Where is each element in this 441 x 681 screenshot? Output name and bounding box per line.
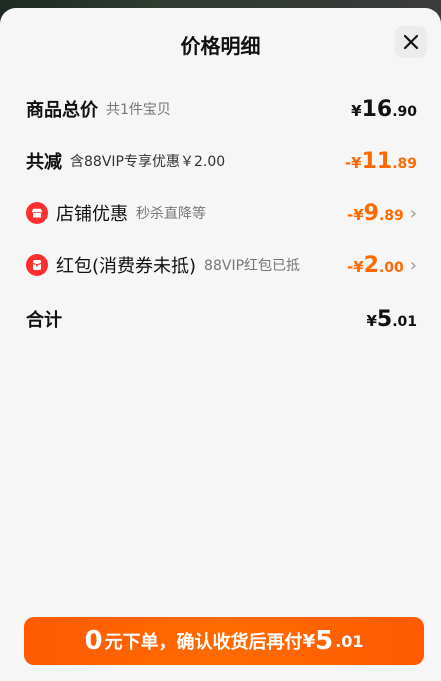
chevron-right-icon[interactable]: › xyxy=(410,203,417,224)
cta-currency: ¥ xyxy=(302,630,316,652)
cta-text: 元下单，确认收货后再付 xyxy=(104,632,303,653)
row-total-sub: 共1件宝贝 xyxy=(106,102,171,118)
red-packet-icon xyxy=(26,254,48,276)
cta-int: 5 xyxy=(315,626,334,656)
row-total-amount: ¥16.90 xyxy=(351,96,417,122)
row-sum: 合计 ¥5.01 xyxy=(26,304,417,334)
row-shop-discount[interactable]: 店铺优惠 秒杀直降等 -¥9.89 › xyxy=(26,198,417,228)
row-discount: 共减 含88VIP专享优惠￥2.00 -¥11.89 xyxy=(26,146,417,176)
row-shop-discount-label: 店铺优惠 xyxy=(56,204,128,225)
row-shop-discount-amount: -¥9.89 › xyxy=(347,200,417,226)
row-sum-label: 合计 xyxy=(26,310,62,331)
row-total: 商品总价 共1件宝贝 ¥16.90 xyxy=(26,94,417,124)
row-red-packet-amount: -¥2.00 › xyxy=(347,252,417,278)
row-discount-sub: 含88VIP专享优惠￥2.00 xyxy=(70,154,226,170)
row-total-label: 商品总价 xyxy=(26,100,98,121)
row-discount-label: 共减 xyxy=(26,152,62,173)
close-icon xyxy=(403,34,419,50)
row-red-packet-label: 红包(消费券未抵) xyxy=(56,256,197,277)
row-red-packet[interactable]: 红包(消费券未抵) 88VIP红包已抵 -¥2.00 › xyxy=(26,250,417,280)
cta-dec: .01 xyxy=(335,631,364,651)
row-discount-amount: -¥11.89 xyxy=(344,148,417,174)
row-shop-discount-sub: 秒杀直降等 xyxy=(136,206,206,222)
shop-discount-icon xyxy=(26,202,48,224)
price-details-sheet: 价格明细 商品总价 共1件宝贝 ¥16.90 共减 含88VIP专享优惠￥2.0… xyxy=(0,8,441,681)
cta-zero: 0 xyxy=(84,626,103,656)
sheet-header: 价格明细 xyxy=(0,8,441,70)
row-red-packet-sub: 88VIP红包已抵 xyxy=(204,258,301,274)
confirm-order-button[interactable]: 0 元下单，确认收货后再付 ¥5.01 xyxy=(24,617,424,665)
close-button[interactable] xyxy=(395,26,427,58)
chevron-right-icon[interactable]: › xyxy=(410,255,417,276)
sheet-title: 价格明细 xyxy=(180,34,261,58)
row-sum-amount: ¥5.01 xyxy=(366,306,417,332)
